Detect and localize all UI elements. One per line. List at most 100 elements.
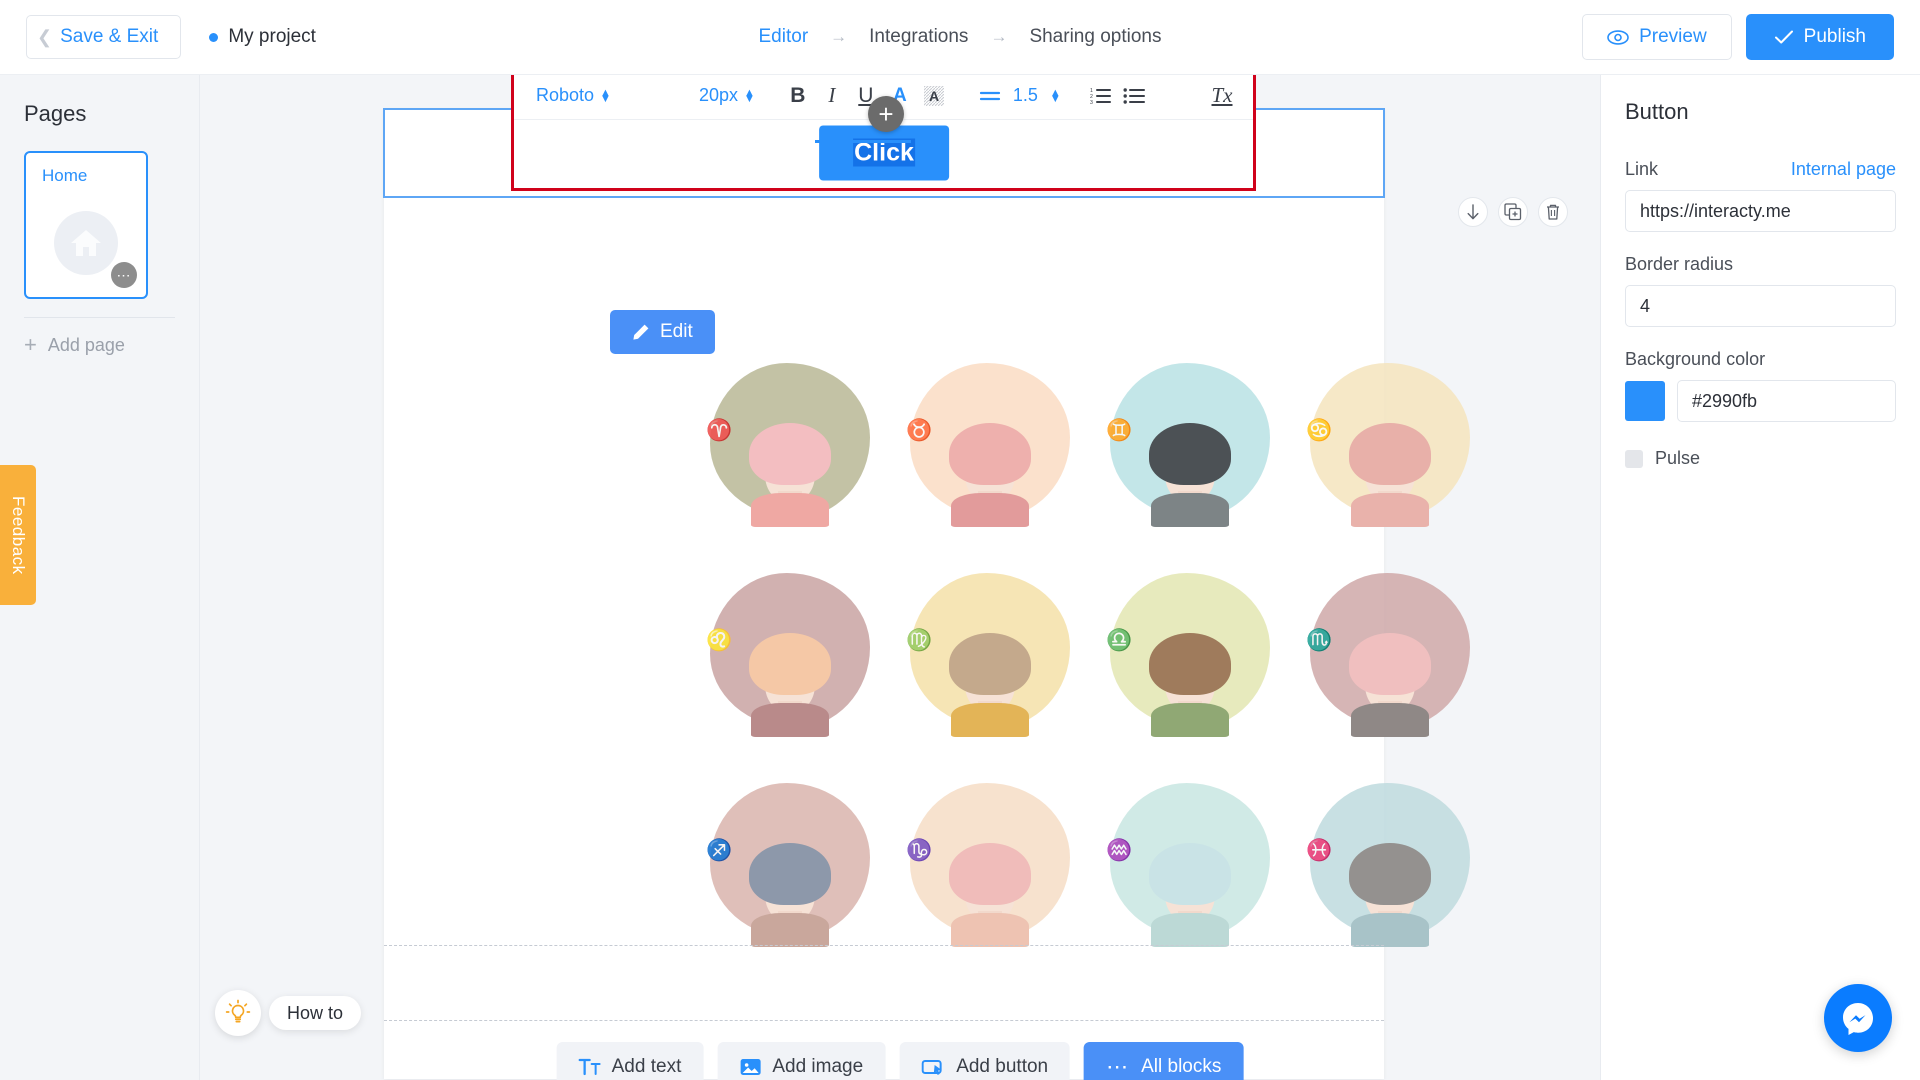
move-block-down-button[interactable]	[1458, 197, 1488, 227]
background-color-swatch[interactable]	[1625, 381, 1665, 421]
publish-button[interactable]: Publish	[1745, 14, 1894, 60]
add-page-button[interactable]: + Add page	[24, 334, 199, 356]
page-card-home[interactable]: Home ⋯	[24, 151, 148, 299]
font-size-select[interactable]: 20px	[699, 85, 738, 106]
zodiac-cell[interactable]: ♉	[890, 357, 1090, 567]
feedback-tab[interactable]: Feedback	[0, 465, 36, 605]
internal-page-link[interactable]: Internal page	[1791, 159, 1896, 180]
font-family-stepper-icon[interactable]: ▲ ▼	[600, 87, 611, 104]
zodiac-cell[interactable]: ♏	[1290, 567, 1490, 777]
zodiac-cell[interactable]: ♊	[1090, 357, 1290, 567]
underline-active-indicator	[815, 140, 911, 143]
zodiac-portrait	[747, 423, 833, 527]
border-radius-input[interactable]	[1625, 285, 1896, 327]
save-and-exit-button[interactable]: ❮ Save & Exit	[26, 15, 182, 59]
highlight-color-button[interactable]: A	[917, 79, 951, 113]
zodiac-body	[1351, 493, 1429, 527]
pulse-label: Pulse	[1655, 448, 1701, 468]
bullet-list-button[interactable]	[1117, 79, 1151, 113]
zodiac-cell[interactable]: ♋	[1290, 357, 1490, 567]
home-icon	[71, 230, 101, 256]
how-to-button[interactable]: How to	[269, 996, 362, 1030]
all-blocks-button[interactable]: ⋯ All blocks	[1084, 1042, 1244, 1080]
zodiac-hair	[749, 423, 831, 485]
block-separator	[384, 945, 1384, 946]
zodiac-portrait	[1347, 423, 1433, 527]
breadcrumb-item-editor[interactable]: Editor	[759, 26, 809, 48]
zodiac-portrait	[1347, 843, 1433, 947]
edit-gallery-button[interactable]: Edit	[610, 310, 715, 354]
sidebar-divider	[24, 317, 175, 318]
link-input[interactable]	[1625, 190, 1896, 232]
publish-label: Publish	[1803, 26, 1866, 47]
how-to-icon-button[interactable]	[215, 990, 261, 1036]
link-label: Link	[1625, 159, 1659, 179]
zodiac-cell[interactable]: ♑	[890, 777, 1090, 987]
zodiac-portrait	[1147, 633, 1233, 737]
messenger-icon	[1843, 1003, 1873, 1035]
zodiac-hair	[949, 843, 1031, 905]
add-button-label: Add button	[956, 1056, 1049, 1077]
preview-button[interactable]: Preview	[1582, 14, 1732, 60]
zodiac-hair	[1149, 843, 1231, 905]
copy-icon	[1504, 203, 1522, 221]
zodiac-portrait	[1147, 843, 1233, 947]
zodiac-glyph-icon: ♒	[1106, 839, 1133, 862]
project-indicator[interactable]: My project	[209, 26, 316, 48]
zodiac-cell[interactable]: ♎	[1090, 567, 1290, 777]
font-size-stepper-icon[interactable]: ▲ ▼	[744, 87, 755, 104]
zodiac-hair	[1349, 843, 1431, 905]
clear-formatting-button[interactable]: Tx	[1205, 79, 1239, 113]
add-image-button[interactable]: Add image	[717, 1042, 886, 1080]
bold-button[interactable]: B	[781, 79, 815, 113]
zodiac-portrait	[947, 423, 1033, 527]
all-blocks-label: All blocks	[1141, 1056, 1222, 1077]
zodiac-cell[interactable]: ♐	[690, 777, 890, 987]
add-button-button[interactable]: Add button	[899, 1042, 1071, 1080]
ellipsis-icon: ⋯	[116, 266, 132, 283]
zodiac-hair	[1349, 423, 1431, 485]
zodiac-cell[interactable]: ♓	[1290, 777, 1490, 987]
lightbulb-icon	[225, 999, 251, 1023]
zodiac-hair	[1149, 633, 1231, 695]
click-button[interactable]: Click	[819, 125, 949, 181]
pulse-checkbox[interactable]	[1625, 449, 1643, 468]
line-height-stepper-icon[interactable]: ▲ ▼	[1050, 87, 1061, 104]
zodiac-portrait	[747, 843, 833, 947]
zodiac-body	[951, 913, 1029, 947]
breadcrumb-arrow-icon: →	[830, 27, 848, 46]
add-text-button[interactable]: Add text	[556, 1042, 704, 1080]
numbered-list-button[interactable]: 1 2 3	[1083, 79, 1117, 113]
messenger-chat-button[interactable]	[1824, 984, 1892, 1052]
duplicate-block-button[interactable]	[1498, 197, 1528, 227]
line-height-value[interactable]: 1.5	[1013, 85, 1038, 106]
zodiac-portrait	[747, 633, 833, 737]
panel-title: Button	[1625, 99, 1689, 124]
breadcrumb-item-sharing-options[interactable]: Sharing options	[1029, 26, 1161, 48]
arrow-down-icon	[1467, 203, 1479, 219]
bullet-list-icon	[1123, 87, 1145, 104]
zodiac-body	[1151, 913, 1229, 947]
preview-label: Preview	[1639, 26, 1707, 47]
delete-block-button[interactable]	[1538, 197, 1568, 227]
zodiac-body	[1151, 493, 1229, 527]
zodiac-cell[interactable]: ♈	[690, 357, 890, 567]
line-height-button[interactable]	[973, 79, 1007, 113]
background-color-input[interactable]	[1677, 380, 1896, 422]
breadcrumb-item-integrations[interactable]: Integrations	[869, 26, 968, 48]
italic-button[interactable]: I	[815, 79, 849, 113]
chevron-left-icon: ❮	[37, 27, 53, 47]
properties-panel: Button Link Internal page Border radius …	[1600, 75, 1920, 1080]
ellipsis-icon: ⋯	[1106, 1054, 1131, 1079]
text-icon	[578, 1058, 601, 1076]
zodiac-cell[interactable]: ♒	[1090, 777, 1290, 987]
plus-handle-icon: +	[878, 98, 894, 129]
font-family-select[interactable]: Roboto	[536, 85, 594, 106]
zodiac-cell[interactable]: ♍	[890, 567, 1090, 777]
how-to-widget: How to	[215, 990, 362, 1036]
link-row: Link Internal page	[1625, 159, 1896, 180]
zodiac-cell[interactable]: ♌	[690, 567, 890, 777]
toolbar-drag-handle[interactable]: +	[868, 96, 904, 132]
page-menu-button[interactable]: ⋯	[111, 262, 137, 288]
add-block-toolbar: Add text Add image Add button ⋯ All bloc…	[556, 1042, 1244, 1080]
